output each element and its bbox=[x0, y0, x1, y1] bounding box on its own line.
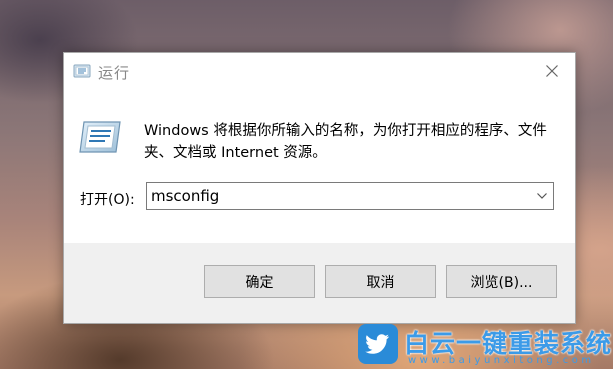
watermark: 白云一键重装系统 www.baiyunxitong.com bbox=[358, 324, 613, 369]
open-label: 打开(O): bbox=[80, 192, 135, 208]
watermark-logo bbox=[358, 324, 398, 364]
watermark-url: www.baiyunxitong.com bbox=[408, 355, 595, 366]
dialog-description: Windows 将根据你所输入的名称，为你打开相应的程序、文件夹、文档或 Int… bbox=[144, 123, 547, 161]
chevron-down-icon bbox=[537, 193, 547, 199]
run-app-icon bbox=[73, 64, 91, 78]
browse-button[interactable]: 浏览(B)... bbox=[446, 265, 557, 298]
open-combobox[interactable] bbox=[146, 182, 554, 210]
twitter-bird-icon bbox=[365, 334, 389, 354]
run-app-icon-large bbox=[79, 121, 121, 153]
close-icon bbox=[546, 65, 558, 77]
run-dialog: 运行 Windows 将根据你所输入的名称，为你打开相应的程序、文件夹、文档或 … bbox=[63, 52, 576, 324]
dialog-title: 运行 bbox=[98, 64, 131, 82]
close-button[interactable] bbox=[529, 53, 575, 89]
dropdown-button[interactable] bbox=[531, 183, 553, 209]
open-input[interactable] bbox=[147, 183, 531, 209]
ok-button[interactable]: 确定 bbox=[204, 265, 315, 298]
dialog-content: Windows 将根据你所输入的名称，为你打开相应的程序、文件夹、文档或 Int… bbox=[64, 89, 575, 243]
title-bar[interactable]: 运行 bbox=[64, 53, 575, 89]
cancel-button[interactable]: 取消 bbox=[325, 265, 436, 298]
